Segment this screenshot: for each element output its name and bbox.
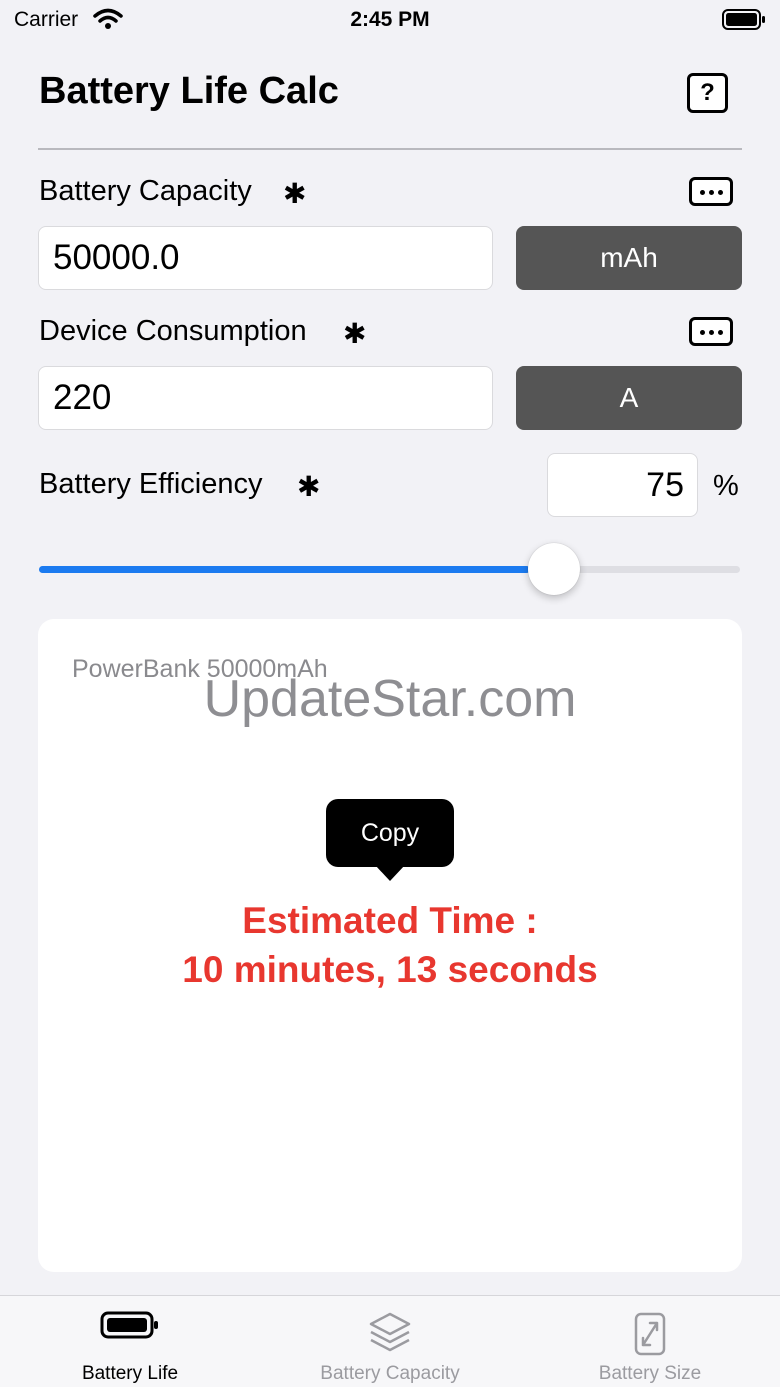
copy-button[interactable]: Copy: [326, 799, 454, 867]
consumption-input[interactable]: 220: [38, 366, 493, 430]
tab-battery-capacity[interactable]: Battery Capacity: [290, 1296, 490, 1387]
percent-sign: %: [713, 470, 739, 502]
battery-icon: [100, 1311, 158, 1339]
tab-battery-size[interactable]: Battery Size: [550, 1296, 750, 1387]
capacity-label: Battery Capacity: [39, 175, 252, 207]
tab-battery-life[interactable]: Battery Life: [30, 1296, 230, 1387]
resize-icon: [634, 1312, 666, 1356]
tab-label-battery-life: Battery Life: [81, 1363, 179, 1384]
capacity-required-mark: ✱: [283, 178, 307, 209]
status-battery-icon: [722, 9, 765, 30]
tab-label-battery-size: Battery Size: [598, 1363, 702, 1384]
status-time: 2:45 PM: [350, 8, 430, 31]
estimate-title: Estimated Time :: [242, 900, 538, 941]
capacity-more-button[interactable]: [689, 177, 733, 206]
capacity-unit-button[interactable]: mAh: [516, 226, 742, 290]
estimate-value: 10 minutes, 13 seconds: [182, 949, 598, 990]
tab-label-battery-capacity: Battery Capacity: [320, 1363, 460, 1384]
page-title: Battery Life Calc: [39, 70, 339, 112]
efficiency-label: Battery Efficiency: [39, 468, 263, 500]
efficiency-slider-track[interactable]: [39, 566, 740, 573]
consumption-more-button[interactable]: [689, 317, 733, 346]
tab-bar: Battery Life Battery Capacity Battery Si…: [0, 1295, 780, 1387]
efficiency-slider-fill: [39, 566, 530, 573]
result-card: PowerBank 50000mAh UpdateStar.com Copy E…: [38, 619, 742, 1272]
consumption-required-mark: ✱: [343, 318, 367, 349]
capacity-input[interactable]: 50000.0: [38, 226, 493, 290]
efficiency-required-mark: ✱: [297, 471, 321, 502]
copy-tooltip-arrow: [375, 865, 405, 881]
consumption-unit-button[interactable]: A: [516, 366, 742, 430]
watermark: UpdateStar.com: [203, 670, 577, 728]
efficiency-slider-thumb[interactable]: [528, 543, 580, 595]
efficiency-input[interactable]: 75: [547, 453, 698, 517]
header-divider: [38, 148, 742, 150]
status-bar: Carrier 2:45 PM: [0, 0, 780, 40]
help-button[interactable]: ?: [687, 73, 728, 113]
layers-icon: [369, 1312, 411, 1352]
consumption-label: Device Consumption: [39, 315, 307, 347]
